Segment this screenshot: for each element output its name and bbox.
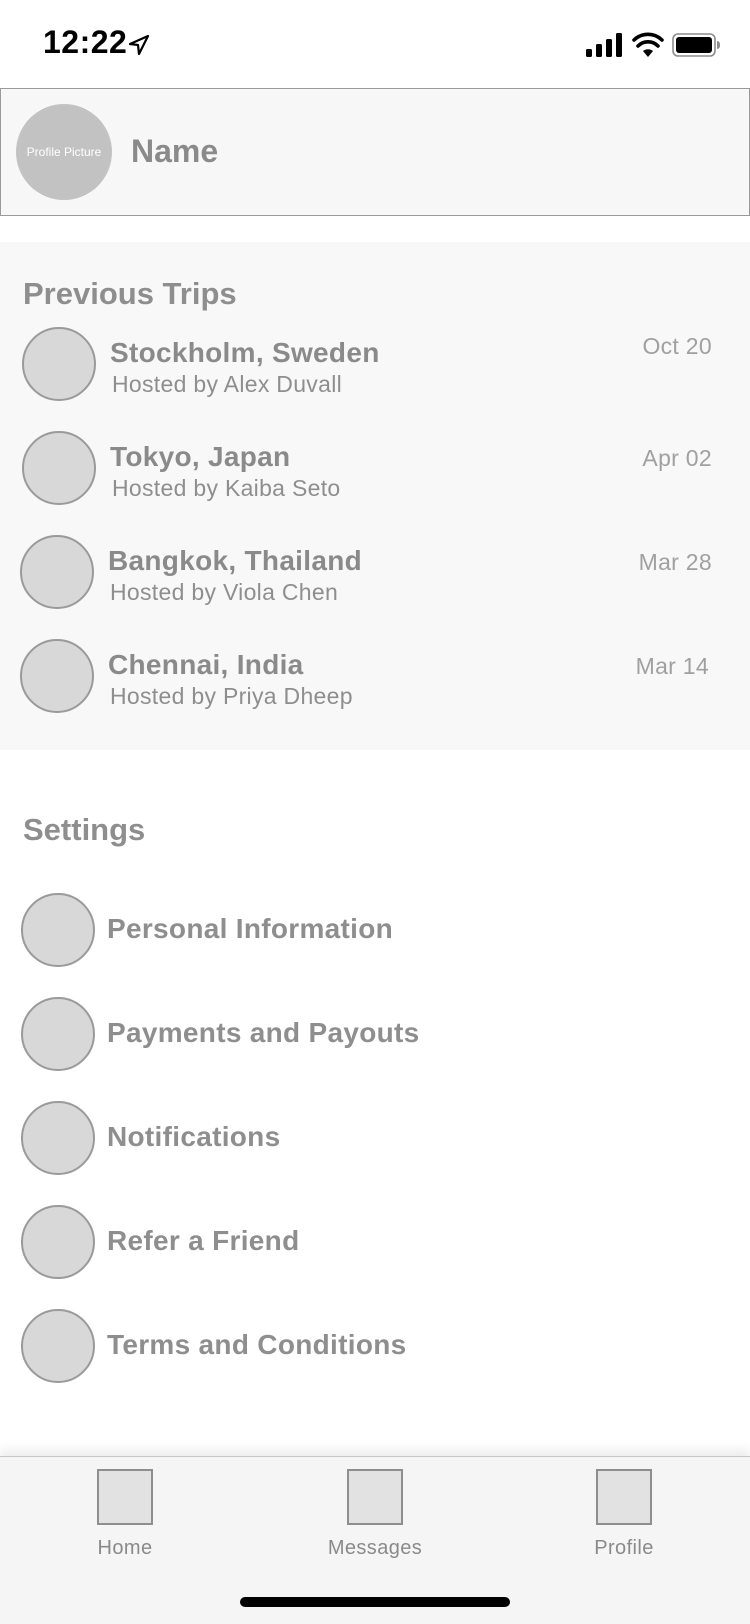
profile-picture-label: Profile Picture (26, 145, 102, 159)
home-indicator[interactable] (240, 1597, 510, 1607)
trip-thumbnail (22, 431, 96, 505)
battery-icon (672, 33, 720, 57)
tab-profile[interactable]: Profile (554, 1457, 694, 1567)
tab-home[interactable]: Home (55, 1457, 195, 1567)
profile-picture[interactable]: Profile Picture (16, 104, 112, 200)
status-time: 12:22 (43, 24, 128, 60)
trip-host: Hosted by Alex Duvall (112, 371, 343, 397)
trip-host: Hosted by Viola Chen (110, 579, 339, 605)
setting-terms-and-conditions[interactable]: Terms and Conditions (0, 1309, 750, 1385)
setting-label: Personal Information (107, 913, 394, 944)
trip-city: Tokyo, Japan (110, 441, 291, 472)
trip-row[interactable]: Tokyo, Japan Hosted by Kaiba Seto Apr 02 (0, 431, 750, 511)
messages-icon (347, 1469, 403, 1525)
cellular-signal-icon (586, 33, 622, 57)
trip-city: Bangkok, Thailand (108, 545, 363, 576)
setting-notifications[interactable]: Notifications (0, 1101, 750, 1177)
tab-messages[interactable]: Messages (305, 1457, 445, 1567)
trip-row[interactable]: Bangkok, Thailand Hosted by Viola Chen M… (0, 535, 750, 615)
trip-city: Stockholm, Sweden (110, 337, 380, 368)
trip-city: Chennai, India (108, 649, 304, 680)
setting-label: Terms and Conditions (107, 1329, 407, 1360)
trip-date: Oct 20 (642, 333, 712, 359)
trip-host: Hosted by Kaiba Seto (112, 475, 341, 501)
terms-icon (21, 1309, 95, 1383)
setting-label: Payments and Payouts (107, 1017, 420, 1048)
personal-information-icon (21, 893, 95, 967)
profile-icon (596, 1469, 652, 1525)
payments-icon (21, 997, 95, 1071)
previous-trips-title: Previous Trips (23, 276, 237, 311)
trip-row[interactable]: Stockholm, Sweden Hosted by Alex Duvall … (0, 327, 750, 407)
setting-label: Notifications (107, 1121, 281, 1152)
location-arrow-icon (128, 34, 150, 56)
trip-thumbnail (20, 535, 94, 609)
tab-label: Home (97, 1537, 153, 1559)
tab-label: Messages (327, 1537, 423, 1559)
trip-host: Hosted by Priya Dheep (110, 683, 353, 709)
refer-friend-icon (21, 1205, 95, 1279)
trip-thumbnail (22, 327, 96, 401)
tab-label: Profile (594, 1537, 654, 1559)
home-icon (97, 1469, 153, 1525)
previous-trips-section: Previous Trips Stockholm, Sweden Hosted … (0, 242, 750, 750)
notifications-icon (21, 1101, 95, 1175)
trip-row[interactable]: Chennai, India Hosted by Priya Dheep Mar… (0, 639, 750, 719)
settings-title: Settings (23, 812, 146, 847)
trip-date: Apr 02 (642, 445, 712, 471)
trip-date: Mar 14 (635, 653, 709, 679)
trip-date: Mar 28 (638, 549, 712, 575)
profile-name: Name (131, 133, 219, 169)
trip-thumbnail (20, 639, 94, 713)
profile-screen: 12:22 Profile Picture Name Previous Trip… (0, 0, 750, 1624)
setting-personal-information[interactable]: Personal Information (0, 893, 750, 969)
setting-payments-and-payouts[interactable]: Payments and Payouts (0, 997, 750, 1073)
setting-refer-a-friend[interactable]: Refer a Friend (0, 1205, 750, 1281)
wifi-icon (632, 32, 664, 57)
setting-label: Refer a Friend (107, 1225, 300, 1256)
status-bar: 12:22 (0, 0, 750, 88)
profile-header[interactable]: Profile Picture Name (0, 88, 750, 216)
